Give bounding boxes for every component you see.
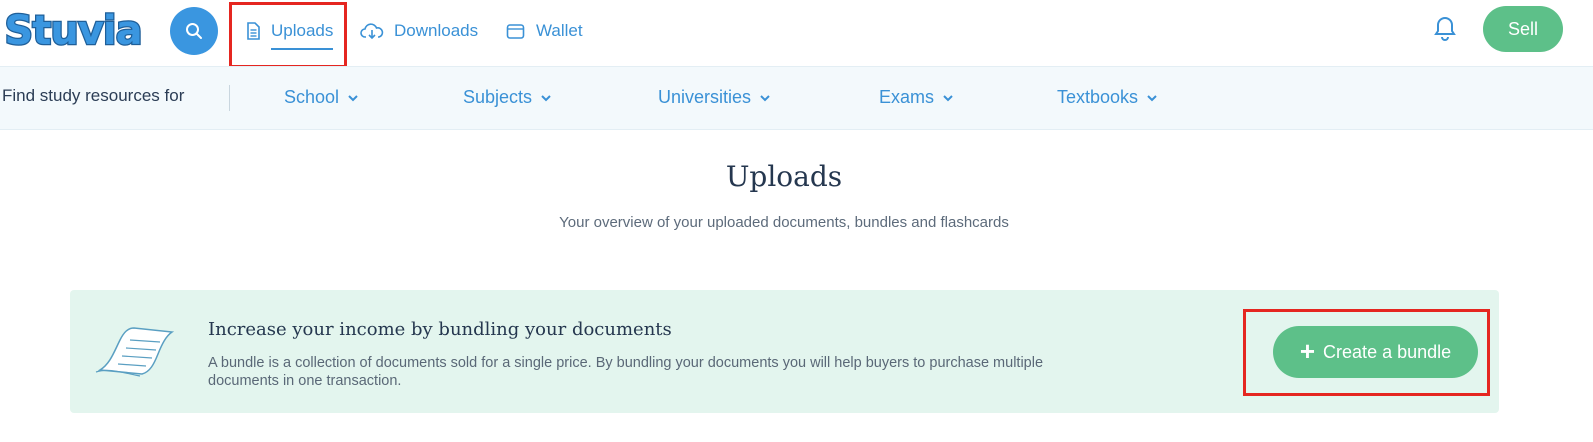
category-school[interactable]: School	[284, 87, 359, 108]
create-bundle-label: Create a bundle	[1323, 341, 1452, 362]
stuvia-logo[interactable]: Stuvia	[4, 3, 142, 55]
bell-icon[interactable]	[1431, 14, 1459, 44]
banner-title: Increase your income by bundling your do…	[208, 319, 672, 340]
divider	[229, 85, 230, 111]
active-tab-underline	[271, 48, 334, 50]
study-resources-bar: Find study resources for School Subjects…	[0, 66, 1593, 130]
logo-text: Stuvia	[4, 8, 141, 54]
nav-downloads[interactable]: Downloads	[360, 17, 478, 45]
search-icon	[186, 23, 202, 39]
category-universities[interactable]: Universities	[658, 87, 771, 108]
documents-illustration-icon	[95, 327, 175, 377]
nav-wallet-label: Wallet	[536, 21, 583, 40]
chevron-down-icon	[348, 94, 358, 101]
create-bundle-button[interactable]: + Create a bundle	[1273, 326, 1478, 378]
page-title: Uploads	[725, 160, 843, 193]
search-button[interactable]	[170, 7, 218, 55]
chevron-down-icon	[541, 94, 551, 101]
nav-uploads-label: Uploads	[271, 21, 334, 40]
category-subjects[interactable]: Subjects	[463, 87, 552, 108]
find-resources-label: Find study resources for	[2, 86, 185, 105]
top-navigation-bar: Stuvia Uploads Downloads Wallet Sell	[0, 0, 1593, 68]
wallet-icon	[506, 23, 525, 39]
page-subtitle: Your overview of your uploaded documents…	[559, 214, 1009, 231]
cloud-download-icon	[360, 23, 384, 40]
nav-wallet[interactable]: Wallet	[506, 17, 583, 45]
sell-button[interactable]: Sell	[1483, 6, 1563, 52]
chevron-down-icon	[760, 94, 770, 101]
document-icon	[247, 22, 260, 40]
nav-downloads-label: Downloads	[394, 21, 479, 40]
chevron-down-icon	[943, 94, 953, 101]
plus-icon: +	[1299, 335, 1316, 366]
category-exams[interactable]: Exams	[879, 87, 954, 108]
banner-description: A bundle is a collection of documents so…	[208, 355, 1044, 389]
category-textbooks[interactable]: Textbooks	[1057, 87, 1158, 108]
nav-uploads[interactable]: Uploads	[246, 17, 334, 50]
chevron-down-icon	[1147, 94, 1157, 101]
